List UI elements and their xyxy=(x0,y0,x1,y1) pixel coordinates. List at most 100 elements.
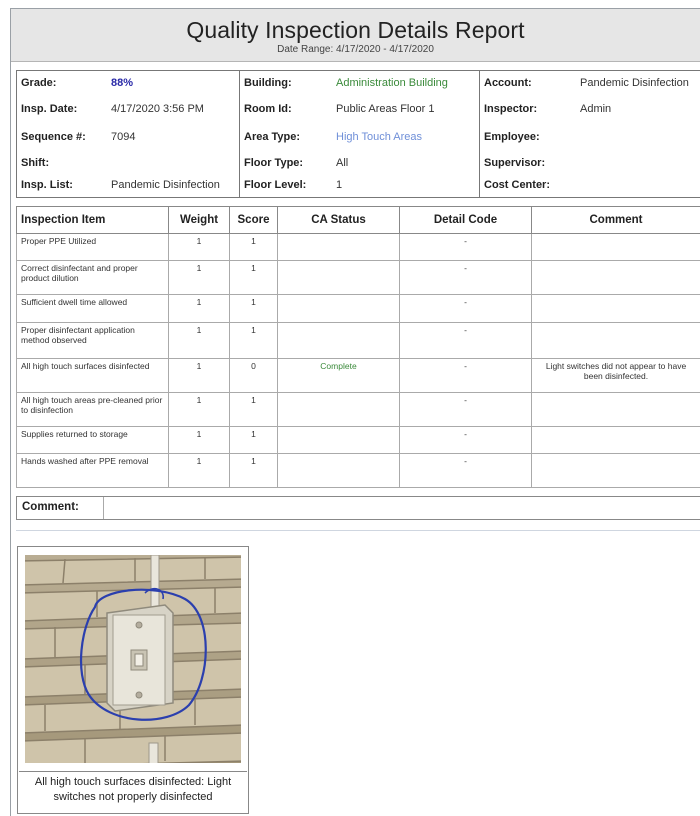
score-cell: 1 xyxy=(229,392,278,427)
insp-date-row: Insp. Date: 4/17/2020 3:56 PM xyxy=(17,103,245,121)
table-header-row: Inspection Item Weight Score CA Status D… xyxy=(16,206,700,234)
score-cell: 1 xyxy=(229,294,278,323)
score-cell: 1 xyxy=(229,426,278,454)
header-detail-code: Detail Code xyxy=(399,206,532,234)
header-weight: Weight xyxy=(168,206,230,234)
comment-cell: Light switches did not appear to have be… xyxy=(531,358,700,393)
inspection-photo-card: All high touch surfaces disinfected: Lig… xyxy=(17,546,249,814)
item-cell: Correct disinfectant and proper product … xyxy=(16,260,169,295)
insp-list-value: Pandemic Disinfection xyxy=(111,179,220,191)
employee-label: Employee: xyxy=(484,131,540,143)
comment-cell xyxy=(531,426,700,454)
table-row: All high touch areas pre-cleaned prior t… xyxy=(16,392,700,427)
comment-cell xyxy=(531,260,700,295)
weight-cell: 1 xyxy=(168,358,230,393)
account-row: Account: Pandemic Disinfection xyxy=(480,77,700,95)
weight-cell: 1 xyxy=(168,233,230,261)
insp-date-value: 4/17/2020 3:56 PM xyxy=(111,103,204,115)
header-inspection-item: Inspection Item xyxy=(16,206,169,234)
table-row: All high touch surfaces disinfected 1 0 … xyxy=(16,358,700,393)
detail-code-cell: - xyxy=(399,294,532,323)
table-row: Proper PPE Utilized 1 1 - xyxy=(16,233,700,261)
header-comment: Comment xyxy=(531,206,700,234)
inspector-label: Inspector: xyxy=(484,103,538,115)
grade-row: Grade: 88% xyxy=(17,77,245,95)
report-title: Quality Inspection Details Report xyxy=(186,17,525,43)
account-value: Pandemic Disinfection xyxy=(580,77,689,89)
insp-list-row: Insp. List: Pandemic Disinfection xyxy=(17,179,245,197)
detail-code-cell: - xyxy=(399,392,532,427)
ca-status-cell xyxy=(277,453,400,488)
sequence-label: Sequence #: xyxy=(21,131,86,143)
info-column-2: Building: Administration Building Room I… xyxy=(240,71,480,197)
detail-code-cell: - xyxy=(399,260,532,295)
floor-level-label: Floor Level: xyxy=(244,179,307,191)
comment-cell xyxy=(531,453,700,488)
header-score: Score xyxy=(229,206,278,234)
detail-code-cell: - xyxy=(399,358,532,393)
building-row: Building: Administration Building xyxy=(240,77,480,95)
report-comment-label: Comment: xyxy=(22,501,79,513)
report-header: Quality Inspection Details Report Date R… xyxy=(11,9,700,62)
weight-cell: 1 xyxy=(168,294,230,323)
inspection-photo[interactable] xyxy=(25,555,241,763)
ca-status-cell xyxy=(277,426,400,454)
ca-status-cell xyxy=(277,260,400,295)
cost-center-label: Cost Center: xyxy=(484,179,551,191)
weight-cell: 1 xyxy=(168,260,230,295)
table-row: Sufficient dwell time allowed 1 1 - xyxy=(16,294,700,323)
floor-level-value: 1 xyxy=(336,179,343,191)
report-comment-divider xyxy=(103,497,104,519)
room-id-value: Public Areas Floor 1 xyxy=(336,103,435,115)
inspector-value: Admin xyxy=(580,103,612,115)
info-column-1: Grade: 88% Insp. Date: 4/17/2020 3:56 PM… xyxy=(17,71,245,197)
weight-cell: 1 xyxy=(168,322,230,359)
insp-date-label: Insp. Date: xyxy=(21,103,78,115)
account-label: Account: xyxy=(484,77,532,89)
date-range: Date Range: 4/17/2020 - 4/17/2020 xyxy=(277,44,434,55)
item-cell: Proper disinfectant application method o… xyxy=(16,322,169,359)
ca-status-cell xyxy=(277,392,400,427)
grade-value: 88% xyxy=(111,77,134,89)
score-cell: 0 xyxy=(229,358,278,393)
building-label: Building: xyxy=(244,77,292,89)
inspection-info-panel: Grade: 88% Insp. Date: 4/17/2020 3:56 PM… xyxy=(16,70,700,198)
area-type-value: High Touch Areas xyxy=(336,131,423,143)
area-type-label: Area Type: xyxy=(244,131,301,143)
shift-label: Shift: xyxy=(21,157,50,169)
sequence-row: Sequence #: 7094 xyxy=(17,131,245,149)
sequence-value: 7094 xyxy=(111,131,136,143)
employee-row: Employee: xyxy=(480,131,700,149)
detail-code-cell: - xyxy=(399,453,532,488)
building-value: Administration Building xyxy=(336,77,448,89)
room-id-row: Room Id: Public Areas Floor 1 xyxy=(240,103,480,121)
comment-cell xyxy=(531,233,700,261)
score-cell: 1 xyxy=(229,453,278,488)
item-cell: Supplies returned to storage xyxy=(16,426,169,454)
score-cell: 1 xyxy=(229,233,278,261)
section-divider xyxy=(16,530,700,531)
ca-status-cell xyxy=(277,322,400,359)
area-type-row: Area Type: High Touch Areas xyxy=(240,131,480,149)
report-comment-row: Comment: xyxy=(16,496,700,520)
header-ca-status: CA Status xyxy=(277,206,400,234)
inspector-row: Inspector: Admin xyxy=(480,103,700,121)
comment-cell xyxy=(531,322,700,359)
floor-type-value: All xyxy=(336,157,349,169)
supervisor-label: Supervisor: xyxy=(484,157,546,169)
item-cell: Sufficient dwell time allowed xyxy=(16,294,169,323)
weight-cell: 1 xyxy=(168,392,230,427)
floor-level-row: Floor Level: 1 xyxy=(240,179,480,197)
inspection-items-table: Inspection Item Weight Score CA Status D… xyxy=(16,206,700,488)
detail-code-cell: - xyxy=(399,426,532,454)
grade-label: Grade: xyxy=(21,77,57,89)
table-row: Correct disinfectant and proper product … xyxy=(16,260,700,295)
table-row: Proper disinfectant application method o… xyxy=(16,322,700,359)
ca-status-cell xyxy=(277,233,400,261)
insp-list-label: Insp. List: xyxy=(21,179,73,191)
ca-status-cell xyxy=(277,294,400,323)
photo-caption: All high touch surfaces disinfected: Lig… xyxy=(19,771,247,805)
floor-type-row: Floor Type: All xyxy=(240,157,480,175)
detail-code-cell: - xyxy=(399,233,532,261)
item-cell: All high touch surfaces disinfected xyxy=(16,358,169,393)
